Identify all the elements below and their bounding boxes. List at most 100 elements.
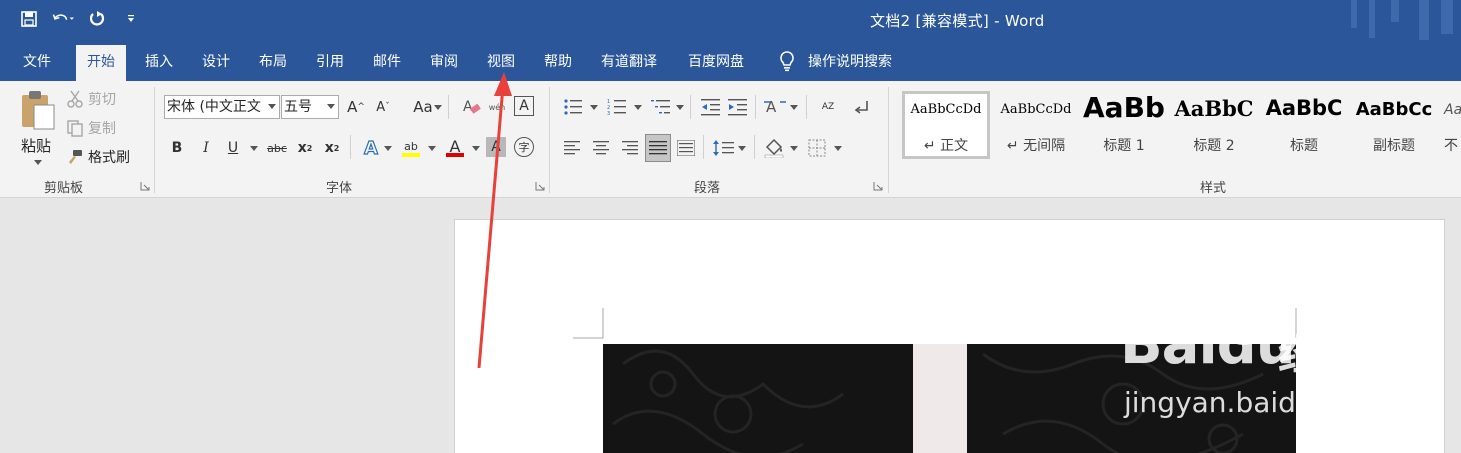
ribbon: 粘贴 剪切 复制 格式刷 剪贴板 宋体 (中文正文 五号 A ^ Aˇ Aa A … <box>0 81 1461 198</box>
style-normal[interactable]: AaBbCcDd ↵ 正文 <box>902 91 990 159</box>
tab-design[interactable]: 设计 <box>191 45 241 81</box>
decrease-indent-icon <box>701 99 720 116</box>
save-icon[interactable] <box>18 8 40 30</box>
style-name: 标题 <box>1290 138 1318 154</box>
highlight-swatch <box>402 153 420 157</box>
subscript-button[interactable]: x2 <box>294 137 316 159</box>
style-name: 标题 2 <box>1193 138 1235 154</box>
svg-text:A: A <box>463 99 473 115</box>
phonetic-guide-button[interactable]: wén <box>486 96 508 118</box>
shading-button[interactable] <box>764 137 786 159</box>
clipboard-group-label: 剪贴板 <box>44 181 84 196</box>
dialog-launcher-icon[interactable] <box>873 181 883 191</box>
line-spacing-icon <box>713 140 734 156</box>
undo-icon[interactable] <box>52 8 74 30</box>
justify-button[interactable] <box>645 134 671 162</box>
tab-file[interactable]: 文件 <box>12 45 62 81</box>
character-shading-button[interactable]: A <box>486 137 506 157</box>
grow-font-icon: A <box>347 98 358 116</box>
font-size-combo[interactable]: 五号 <box>281 95 339 119</box>
style-name: ↵ 无间隔 <box>1006 138 1066 154</box>
tab-baidu-netdisk[interactable]: 百度网盘 <box>677 45 755 81</box>
sort-button[interactable]: AZ <box>817 96 839 118</box>
style-name: 标题 1 <box>1103 138 1145 154</box>
customize-qat-icon[interactable] <box>120 8 142 30</box>
underline-button[interactable]: U <box>222 137 244 159</box>
enclose-characters-icon: 字 <box>518 141 530 154</box>
style-subtitle[interactable]: AaBbCc 副标题 <box>1350 91 1438 159</box>
style-sample: Aa <box>1444 102 1461 118</box>
style-heading-1[interactable]: AaBb 标题 1 <box>1080 91 1168 159</box>
font-size-value: 五号 <box>284 99 312 115</box>
subscript-icon: x <box>297 140 307 156</box>
font-name-value: 宋体 (中文正文 <box>167 99 261 115</box>
align-right-button[interactable] <box>618 137 640 159</box>
style-name: 不 <box>1444 138 1458 154</box>
justify-icon <box>649 141 667 155</box>
format-painter-button[interactable]: 格式刷 <box>66 147 130 167</box>
tab-home[interactable]: 开始 <box>76 45 126 81</box>
style-sample: AaBbCc <box>1355 99 1433 120</box>
tell-me-search[interactable]: 操作说明搜索 <box>778 46 892 76</box>
distributed-button[interactable] <box>675 137 697 159</box>
dialog-launcher-icon[interactable] <box>535 181 545 191</box>
tab-view[interactable]: 视图 <box>476 45 526 81</box>
line-spacing-button[interactable] <box>712 137 734 159</box>
character-border-button[interactable]: A <box>514 96 534 116</box>
margin-corner-mark <box>573 308 604 339</box>
redo-icon[interactable] <box>86 8 108 30</box>
style-no-spacing[interactable]: AaBbCcDd ↵ 无间隔 <box>992 91 1080 159</box>
superscript-button[interactable]: x2 <box>321 137 343 159</box>
show-marks-button[interactable] <box>851 96 873 118</box>
window-title: 文档2 [兼容模式] - Word <box>870 12 1045 30</box>
tab-review[interactable]: 审阅 <box>419 45 469 81</box>
numbering-button[interactable]: 123 <box>606 96 628 118</box>
paste-button[interactable]: 粘贴 <box>14 87 60 167</box>
chinese-layout-icon: A <box>764 98 786 116</box>
style-heading-2[interactable]: AaBbC 标题 2 <box>1170 91 1258 159</box>
chevron-down-icon <box>434 105 442 110</box>
style-sample: AaBbCcDd <box>910 102 982 117</box>
tab-mailings[interactable]: 邮件 <box>362 45 412 81</box>
grow-font-button[interactable]: A ^ <box>345 96 367 118</box>
lightbulb-icon <box>780 51 794 72</box>
style-title[interactable]: AaBbC 标题 <box>1260 91 1348 159</box>
numbered-list-icon: 123 <box>607 99 626 116</box>
chinese-layout-button[interactable]: A <box>764 96 786 118</box>
borders-button[interactable] <box>806 137 828 159</box>
divider <box>703 135 704 159</box>
tell-me-label: 操作说明搜索 <box>808 54 892 70</box>
align-left-button[interactable] <box>562 137 584 159</box>
highlight-color-button[interactable]: ab <box>400 135 422 157</box>
chevron-down-icon <box>428 146 436 151</box>
strikethrough-button[interactable]: abc <box>264 137 290 159</box>
font-name-combo[interactable]: 宋体 (中文正文 <box>164 95 280 119</box>
dialog-launcher-icon[interactable] <box>140 181 150 191</box>
increase-indent-icon <box>728 99 747 116</box>
eraser-icon: A <box>463 99 481 115</box>
tab-youdao-translate[interactable]: 有道翻译 <box>590 45 668 81</box>
style-subtle-emphasis[interactable]: Aa 不 <box>1438 91 1461 159</box>
align-center-button[interactable] <box>590 137 612 159</box>
font-color-button[interactable]: A <box>444 135 466 157</box>
bold-button[interactable]: B <box>166 137 188 159</box>
tab-references[interactable]: 引用 <box>305 45 355 81</box>
multilevel-list-button[interactable] <box>650 96 672 118</box>
enclose-characters-button[interactable]: 字 <box>514 137 534 157</box>
italic-button[interactable]: I <box>195 137 217 159</box>
increase-indent-button[interactable] <box>727 96 749 118</box>
tab-help[interactable]: 帮助 <box>533 45 583 81</box>
chevron-down-icon <box>790 105 798 110</box>
tab-insert[interactable]: 插入 <box>134 45 184 81</box>
clear-formatting-button[interactable]: A <box>460 96 482 118</box>
multilevel-list-icon <box>651 100 670 114</box>
copy-icon <box>67 120 83 137</box>
tab-layout[interactable]: 布局 <box>248 45 298 81</box>
copy-button[interactable]: 复制 <box>66 118 116 138</box>
bullets-button[interactable] <box>562 96 584 118</box>
decrease-indent-button[interactable] <box>700 96 722 118</box>
chevron-down-icon <box>738 146 746 151</box>
text-effects-button[interactable]: A <box>360 137 382 159</box>
cut-button[interactable]: 剪切 <box>66 89 116 109</box>
shrink-font-button[interactable]: Aˇ <box>372 96 394 118</box>
